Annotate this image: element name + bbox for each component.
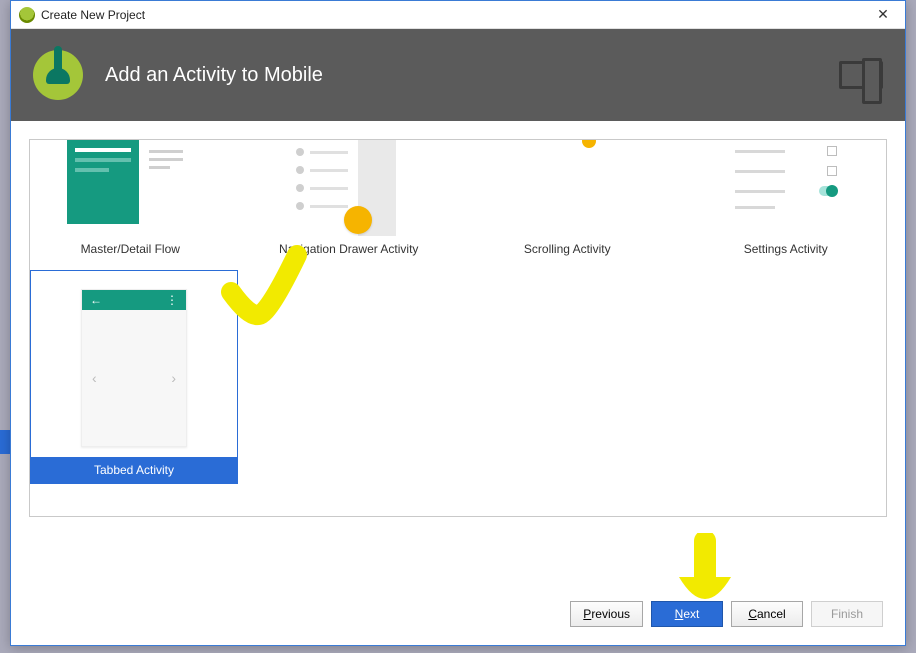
- finish-button: Finish: [811, 601, 883, 627]
- template-label: Navigation Drawer Activity: [279, 242, 418, 264]
- template-preview: [504, 140, 630, 236]
- badge-icon: [582, 140, 596, 148]
- template-label: Tabbed Activity: [31, 457, 237, 483]
- checkbox-icon: [827, 146, 837, 156]
- template-label: Master/Detail Flow: [81, 242, 180, 264]
- android-logo-icon: [33, 50, 83, 100]
- template-preview: [67, 140, 193, 236]
- page-title: Add an Activity to Mobile: [105, 64, 323, 87]
- dialog-window: Create New Project ✕ Add an Activity to …: [10, 0, 906, 646]
- content: Master/Detail Flow Navigation Drawer Act…: [11, 121, 905, 535]
- decorative-left-edge: [0, 430, 10, 454]
- close-button[interactable]: ✕: [861, 1, 905, 29]
- template-label: Scrolling Activity: [524, 242, 611, 264]
- template-tabbed-activity[interactable]: ← ⋮ ‹ › Tabbed Activity: [30, 270, 238, 484]
- button-label: Finish: [831, 607, 863, 621]
- template-scrolling[interactable]: Scrolling Activity: [467, 140, 668, 264]
- next-button[interactable]: Next: [651, 601, 723, 627]
- template-preview: [723, 140, 849, 236]
- templates-panel: Master/Detail Flow Navigation Drawer Act…: [29, 139, 887, 517]
- android-studio-icon: [19, 7, 35, 23]
- cancel-button[interactable]: Cancel: [731, 601, 803, 627]
- banner: Add an Activity to Mobile: [11, 29, 905, 121]
- titlebar: Create New Project ✕: [11, 1, 905, 29]
- template-preview: [286, 140, 412, 236]
- button-label: Next: [675, 607, 700, 621]
- back-arrow-icon: ←: [90, 293, 102, 307]
- template-label: Settings Activity: [744, 242, 828, 264]
- chevron-right-icon: ›: [171, 370, 176, 386]
- templates-row-1: Master/Detail Flow Navigation Drawer Act…: [30, 140, 886, 264]
- template-settings[interactable]: Settings Activity: [686, 140, 887, 264]
- window-title: Create New Project: [41, 8, 145, 22]
- close-icon: ✕: [877, 6, 889, 23]
- template-preview: ← ⋮ ‹ ›: [71, 279, 197, 457]
- chevron-left-icon: ‹: [92, 370, 97, 386]
- templates-row-2: ← ⋮ ‹ › Tabbed Activity: [30, 270, 886, 484]
- button-label: Previous: [583, 607, 630, 621]
- previous-button[interactable]: Previous: [570, 601, 643, 627]
- fab-icon: [344, 206, 372, 234]
- template-nav-drawer[interactable]: Navigation Drawer Activity: [249, 140, 450, 264]
- button-label: Cancel: [748, 607, 785, 621]
- toggle-icon: [819, 186, 837, 196]
- device-combo-icon: [839, 61, 883, 89]
- checkbox-icon: [827, 166, 837, 176]
- overflow-menu-icon: ⋮: [166, 293, 178, 307]
- wizard-buttons: Previous Next Cancel Finish: [570, 601, 883, 627]
- template-master-detail[interactable]: Master/Detail Flow: [30, 140, 231, 264]
